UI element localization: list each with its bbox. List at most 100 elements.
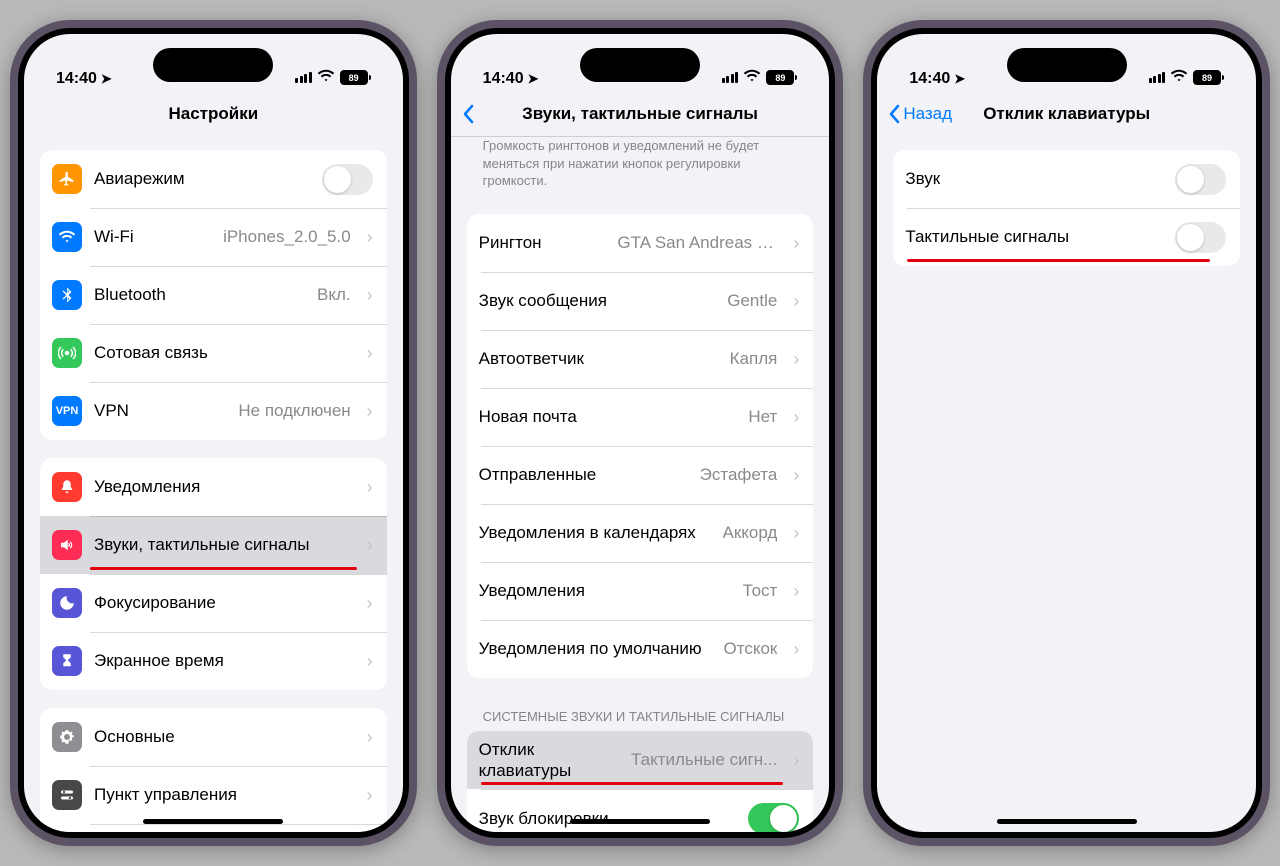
signal-icon xyxy=(722,72,739,83)
settings-row[interactable]: VPNVPNНе подключен› xyxy=(40,382,387,440)
home-indicator[interactable] xyxy=(143,819,283,824)
row-label: Звук сообщения xyxy=(479,290,716,311)
wifi-icon xyxy=(743,67,761,88)
settings-row[interactable]: Уведомления Тост › xyxy=(467,562,814,620)
antenna-icon xyxy=(52,338,82,368)
settings-row[interactable]: BluetoothВкл.› xyxy=(40,266,387,324)
settings-list[interactable]: Авиарежим Wi-Fi iPhones_2.0_5.0 › Bluetooth В… xyxy=(24,136,403,832)
toggle[interactable] xyxy=(1175,222,1226,253)
chevron-right-icon: › xyxy=(793,582,799,600)
chevron-right-icon: › xyxy=(793,466,799,484)
signal-icon xyxy=(1149,72,1166,83)
chevron-left-icon xyxy=(461,104,475,124)
dynamic-island xyxy=(580,48,700,82)
row-value: iPhones_2.0_5.0 xyxy=(223,227,351,247)
settings-row[interactable]: АвтоответчикКапля› xyxy=(467,330,814,388)
bluetooth-icon xyxy=(52,280,82,310)
dynamic-island xyxy=(153,48,273,82)
section-header-system: СИСТЕМНЫЕ ЗВУКИ И ТАКТИЛЬНЫЕ СИГНАЛЫ xyxy=(467,702,814,726)
row-label: Уведомления в календарях xyxy=(479,522,711,543)
chevron-right-icon: › xyxy=(367,728,373,746)
chevron-right-icon: › xyxy=(793,350,799,368)
toggle[interactable] xyxy=(748,803,799,832)
settings-row[interactable]: Уведомления в календарях Аккорд › xyxy=(467,504,814,562)
gear-icon xyxy=(52,722,82,752)
settings-row[interactable]: Экранное время› xyxy=(40,632,387,690)
settings-row[interactable]: Тактильные сигналы xyxy=(893,208,1240,266)
phone-sounds: 14:40➤ 89 Звуки, тактильные сигналы Гром… xyxy=(437,20,844,846)
phone-settings: 14:40➤ 89 Настройки АвиарежимWi-FiiPhone… xyxy=(10,20,417,846)
highlight-underline xyxy=(907,259,1210,262)
settings-row[interactable]: Звуки, тактильные сигналы› xyxy=(40,516,387,574)
toggle[interactable] xyxy=(1175,164,1226,195)
row-label: Звук xyxy=(905,168,1163,189)
chevron-right-icon: › xyxy=(793,524,799,542)
battery-icon: 89 xyxy=(766,70,797,85)
row-label: Отклик клавиатуры xyxy=(479,739,619,782)
moon-icon xyxy=(52,588,82,618)
settings-row[interactable]: Сотовая связь › xyxy=(40,324,387,382)
nav-bar: Звуки, тактильные сигналы xyxy=(451,92,830,137)
settings-row[interactable]: Авиарежим xyxy=(40,150,387,208)
location-icon: ➤ xyxy=(954,71,965,87)
settings-row[interactable]: Wi-Fi iPhones_2.0_5.0 › xyxy=(40,208,387,266)
page-title: Звуки, тактильные сигналы xyxy=(522,104,758,124)
switches-icon xyxy=(52,780,82,810)
settings-row[interactable]: РингтонGTA San Andreas 5 V› xyxy=(467,214,814,272)
nav-bar: Настройки xyxy=(24,92,403,136)
row-label: Авиарежим xyxy=(94,168,310,189)
row-label: Wi-Fi xyxy=(94,226,211,247)
settings-row[interactable]: Звук сообщенияGentle› xyxy=(467,272,814,330)
back-button[interactable] xyxy=(461,104,475,124)
row-value: Не подключен xyxy=(238,401,350,421)
settings-row[interactable]: Уведомления› xyxy=(40,458,387,516)
home-indicator[interactable] xyxy=(570,819,710,824)
row-label: Bluetooth xyxy=(94,284,305,305)
phone-keyboard-feedback: 14:40➤ 89 Назад Отклик клавиатуры ЗвукТа… xyxy=(863,20,1270,846)
status-time: 14:40 xyxy=(56,70,97,88)
battery-icon: 89 xyxy=(340,70,371,85)
wifi-icon xyxy=(52,222,82,252)
settings-row[interactable]: Отклик клавиатуры Тактильные сигн... › xyxy=(467,731,814,789)
chevron-left-icon xyxy=(887,104,901,124)
row-label: Основные xyxy=(94,726,355,747)
row-value: Вкл. xyxy=(317,285,351,305)
row-value: Тактильные сигн... xyxy=(631,750,777,770)
wifi-icon xyxy=(317,67,335,88)
back-button[interactable]: Назад xyxy=(887,104,952,124)
settings-row[interactable]: Новая почтаНет› xyxy=(467,388,814,446)
row-label: Уведомления xyxy=(479,580,731,601)
chevron-right-icon: › xyxy=(367,594,373,612)
volume-note: Громкость рингтонов и уведомлений не буд… xyxy=(467,137,814,196)
chevron-right-icon: › xyxy=(367,228,373,246)
keyboard-feedback-list[interactable]: Звук Тактильные сигналы xyxy=(877,136,1256,832)
settings-row[interactable]: Звук xyxy=(893,150,1240,208)
page-title: Отклик клавиатуры xyxy=(983,104,1150,124)
chevron-right-icon: › xyxy=(367,344,373,362)
settings-row[interactable]: ОтправленныеЭстафета› xyxy=(467,446,814,504)
page-title: Настройки xyxy=(168,104,258,124)
settings-row[interactable]: Фокусирование› xyxy=(40,574,387,632)
row-value: Эстафета xyxy=(700,465,778,485)
chevron-right-icon: › xyxy=(793,640,799,658)
settings-row[interactable]: Уведомления по умолчаниюОтскок› xyxy=(467,620,814,678)
sounds-list[interactable]: Громкость рингтонов и уведомлений не буд… xyxy=(451,137,830,832)
wifi-icon xyxy=(1170,67,1188,88)
row-label: Сотовая связь xyxy=(94,342,355,363)
home-indicator[interactable] xyxy=(997,819,1137,824)
settings-row[interactable]: Кнопка действия› xyxy=(40,824,387,832)
row-label: Пункт управления xyxy=(94,784,355,805)
row-value: Тост xyxy=(743,581,778,601)
speaker-icon xyxy=(52,530,82,560)
settings-row[interactable]: Звук блокировки xyxy=(467,789,814,832)
highlight-underline xyxy=(481,782,784,785)
row-label: VPN xyxy=(94,400,226,421)
row-value: Аккорд xyxy=(723,523,778,543)
toggle[interactable] xyxy=(322,164,373,195)
settings-row[interactable]: Пункт управления› xyxy=(40,766,387,824)
settings-row[interactable]: Основные › xyxy=(40,708,387,766)
row-label: Уведомления xyxy=(94,476,355,497)
row-label: Автоответчик xyxy=(479,348,718,369)
chevron-right-icon: › xyxy=(793,751,799,769)
chevron-right-icon: › xyxy=(367,536,373,554)
